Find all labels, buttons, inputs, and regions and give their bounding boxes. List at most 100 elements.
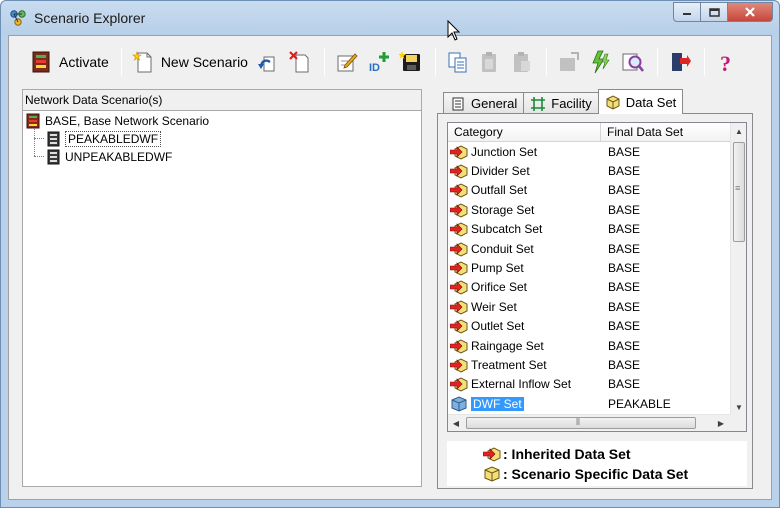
add-dataset-button[interactable]: ID bbox=[364, 46, 394, 78]
grid-row[interactable]: Treatment Set BASE bbox=[448, 355, 731, 374]
svg-text:?: ? bbox=[720, 51, 731, 74]
vertical-scrollbar[interactable]: ▲ ≡ ▼ bbox=[730, 123, 746, 415]
final-data-set-cell[interactable]: BASE bbox=[601, 164, 731, 178]
run-button[interactable] bbox=[586, 46, 616, 78]
category-cell[interactable]: Orifice Set bbox=[448, 278, 601, 296]
maximize-button[interactable] bbox=[700, 2, 727, 22]
merge-icon bbox=[559, 52, 579, 71]
help-button[interactable]: ? bbox=[712, 46, 742, 78]
document-icon bbox=[452, 97, 464, 110]
scenario-tree[interactable]: BASE, Base Network Scenario PEAKABLEDWF bbox=[22, 111, 422, 487]
tab-data-set[interactable]: Data Set bbox=[597, 89, 684, 114]
minimize-icon bbox=[683, 13, 691, 15]
scroll-down-arrow-icon[interactable]: ▼ bbox=[731, 399, 747, 415]
activate-button[interactable]: Activate bbox=[27, 46, 112, 78]
title-bar[interactable]: Scenario Explorer bbox=[1, 1, 779, 35]
final-data-set-cell[interactable]: BASE bbox=[601, 358, 731, 372]
final-data-set-cell[interactable]: BASE bbox=[601, 339, 731, 353]
data-set-tab-content: Category Final Data Set Junction Set BASE… bbox=[437, 113, 753, 489]
scroll-right-arrow-icon[interactable]: ▶ bbox=[713, 415, 729, 431]
category-cell[interactable]: Subcatch Set bbox=[448, 220, 601, 238]
grid-row[interactable]: Storage Set BASE bbox=[448, 200, 731, 219]
grid-row[interactable]: Weir Set BASE bbox=[448, 297, 731, 316]
final-data-set-cell[interactable]: BASE bbox=[601, 280, 731, 294]
category-label: Divider Set bbox=[471, 164, 530, 179]
column-header-final-data-set[interactable]: Final Data Set bbox=[601, 123, 731, 141]
scenario-tree-header: Network Data Scenario(s) bbox=[22, 89, 422, 111]
network-icon bbox=[531, 96, 546, 111]
grid-row[interactable]: Outlet Set BASE bbox=[448, 317, 731, 336]
category-label: Weir Set bbox=[471, 299, 517, 314]
merge-button[interactable] bbox=[554, 46, 584, 78]
delete-scenario-button[interactable] bbox=[285, 46, 315, 78]
grid-row[interactable]: Subcatch Set BASE bbox=[448, 220, 731, 239]
inherited-data-set-icon bbox=[450, 164, 468, 179]
paste-button[interactable] bbox=[475, 46, 505, 78]
rename-scenario-button[interactable] bbox=[253, 46, 283, 78]
horizontal-scroll-thumb[interactable] bbox=[466, 417, 696, 429]
tab-general[interactable]: General bbox=[443, 92, 525, 114]
final-data-set-cell[interactable]: BASE bbox=[601, 242, 731, 256]
final-data-set-cell[interactable]: BASE bbox=[601, 300, 731, 314]
final-data-set-cell[interactable]: BASE bbox=[601, 222, 731, 236]
edit-button[interactable] bbox=[332, 46, 362, 78]
legend: : Inherited Data Set : Scenario Specific… bbox=[447, 441, 747, 486]
category-label: Conduit Set bbox=[471, 241, 534, 256]
final-data-set-cell[interactable]: BASE bbox=[601, 183, 731, 197]
grid-row[interactable]: Outfall Set BASE bbox=[448, 181, 731, 200]
final-data-set-cell[interactable]: BASE bbox=[601, 261, 731, 275]
tree-item-peakabledwf[interactable]: PEAKABLEDWF bbox=[45, 130, 162, 148]
column-header-category[interactable]: Category bbox=[448, 123, 601, 141]
toolbar-separator bbox=[545, 48, 547, 76]
new-scenario-button[interactable]: New Scenario bbox=[129, 46, 251, 78]
save-button[interactable] bbox=[396, 46, 426, 78]
tab-label: Data Set bbox=[625, 94, 677, 110]
final-data-set-cell[interactable]: BASE bbox=[601, 319, 731, 333]
close-icon bbox=[745, 7, 755, 17]
category-cell[interactable]: Outfall Set bbox=[448, 181, 601, 199]
grid-row[interactable]: Pump Set BASE bbox=[448, 258, 731, 277]
grid-row[interactable]: Junction Set BASE bbox=[448, 142, 731, 161]
category-cell[interactable]: Divider Set bbox=[448, 162, 601, 180]
category-cell[interactable]: Outlet Set bbox=[448, 317, 601, 335]
final-data-set-cell[interactable]: PEAKABLE bbox=[601, 397, 731, 411]
category-cell[interactable]: Pump Set bbox=[448, 259, 601, 277]
paste-special-button[interactable] bbox=[507, 46, 537, 78]
grid-row[interactable]: Raingage Set BASE bbox=[448, 336, 731, 355]
tab-facility[interactable]: Facility bbox=[523, 92, 599, 114]
category-label: Orifice Set bbox=[471, 280, 528, 295]
final-data-set-cell[interactable]: BASE bbox=[601, 145, 731, 159]
category-cell[interactable]: External Inflow Set bbox=[448, 375, 601, 393]
inspect-button[interactable] bbox=[618, 46, 648, 78]
minimize-button[interactable] bbox=[673, 2, 700, 22]
category-cell[interactable]: Junction Set bbox=[448, 143, 601, 161]
category-cell[interactable]: Conduit Set bbox=[448, 240, 601, 258]
tree-item-base[interactable]: BASE, Base Network Scenario bbox=[25, 112, 209, 130]
inherited-data-set-icon bbox=[450, 377, 468, 392]
category-cell[interactable]: Raingage Set bbox=[448, 337, 601, 355]
scroll-up-arrow-icon[interactable]: ▲ bbox=[731, 123, 747, 139]
grid-row[interactable]: DWF Set PEAKABLE bbox=[448, 394, 731, 413]
grid-row[interactable]: Divider Set BASE bbox=[448, 161, 731, 180]
box-icon bbox=[606, 95, 620, 110]
close-button[interactable] bbox=[727, 2, 773, 22]
scroll-left-arrow-icon[interactable]: ◀ bbox=[448, 415, 464, 431]
toolbar-separator bbox=[703, 48, 705, 76]
specific-data-set-icon bbox=[451, 396, 467, 412]
maximize-icon bbox=[708, 7, 720, 17]
copy-button[interactable] bbox=[443, 46, 473, 78]
final-data-set-cell[interactable]: BASE bbox=[601, 377, 731, 391]
final-data-set-cell[interactable]: BASE bbox=[601, 203, 731, 217]
category-cell[interactable]: DWF Set bbox=[448, 395, 601, 413]
exit-button[interactable] bbox=[665, 46, 695, 78]
horizontal-scrollbar[interactable]: ◀ ⦀ ▶ bbox=[448, 414, 731, 431]
category-cell[interactable]: Treatment Set bbox=[448, 356, 601, 374]
grid-row[interactable]: External Inflow Set BASE bbox=[448, 375, 731, 394]
tree-item-unpeakabledwf[interactable]: UNPEAKABLEDWF bbox=[45, 148, 172, 166]
inherited-data-set-icon bbox=[450, 145, 468, 160]
category-cell[interactable]: Weir Set bbox=[448, 298, 601, 316]
grid-row[interactable]: Conduit Set BASE bbox=[448, 239, 731, 258]
data-set-grid: Category Final Data Set Junction Set BASE… bbox=[447, 122, 747, 432]
category-cell[interactable]: Storage Set bbox=[448, 201, 601, 219]
grid-row[interactable]: Orifice Set BASE bbox=[448, 278, 731, 297]
